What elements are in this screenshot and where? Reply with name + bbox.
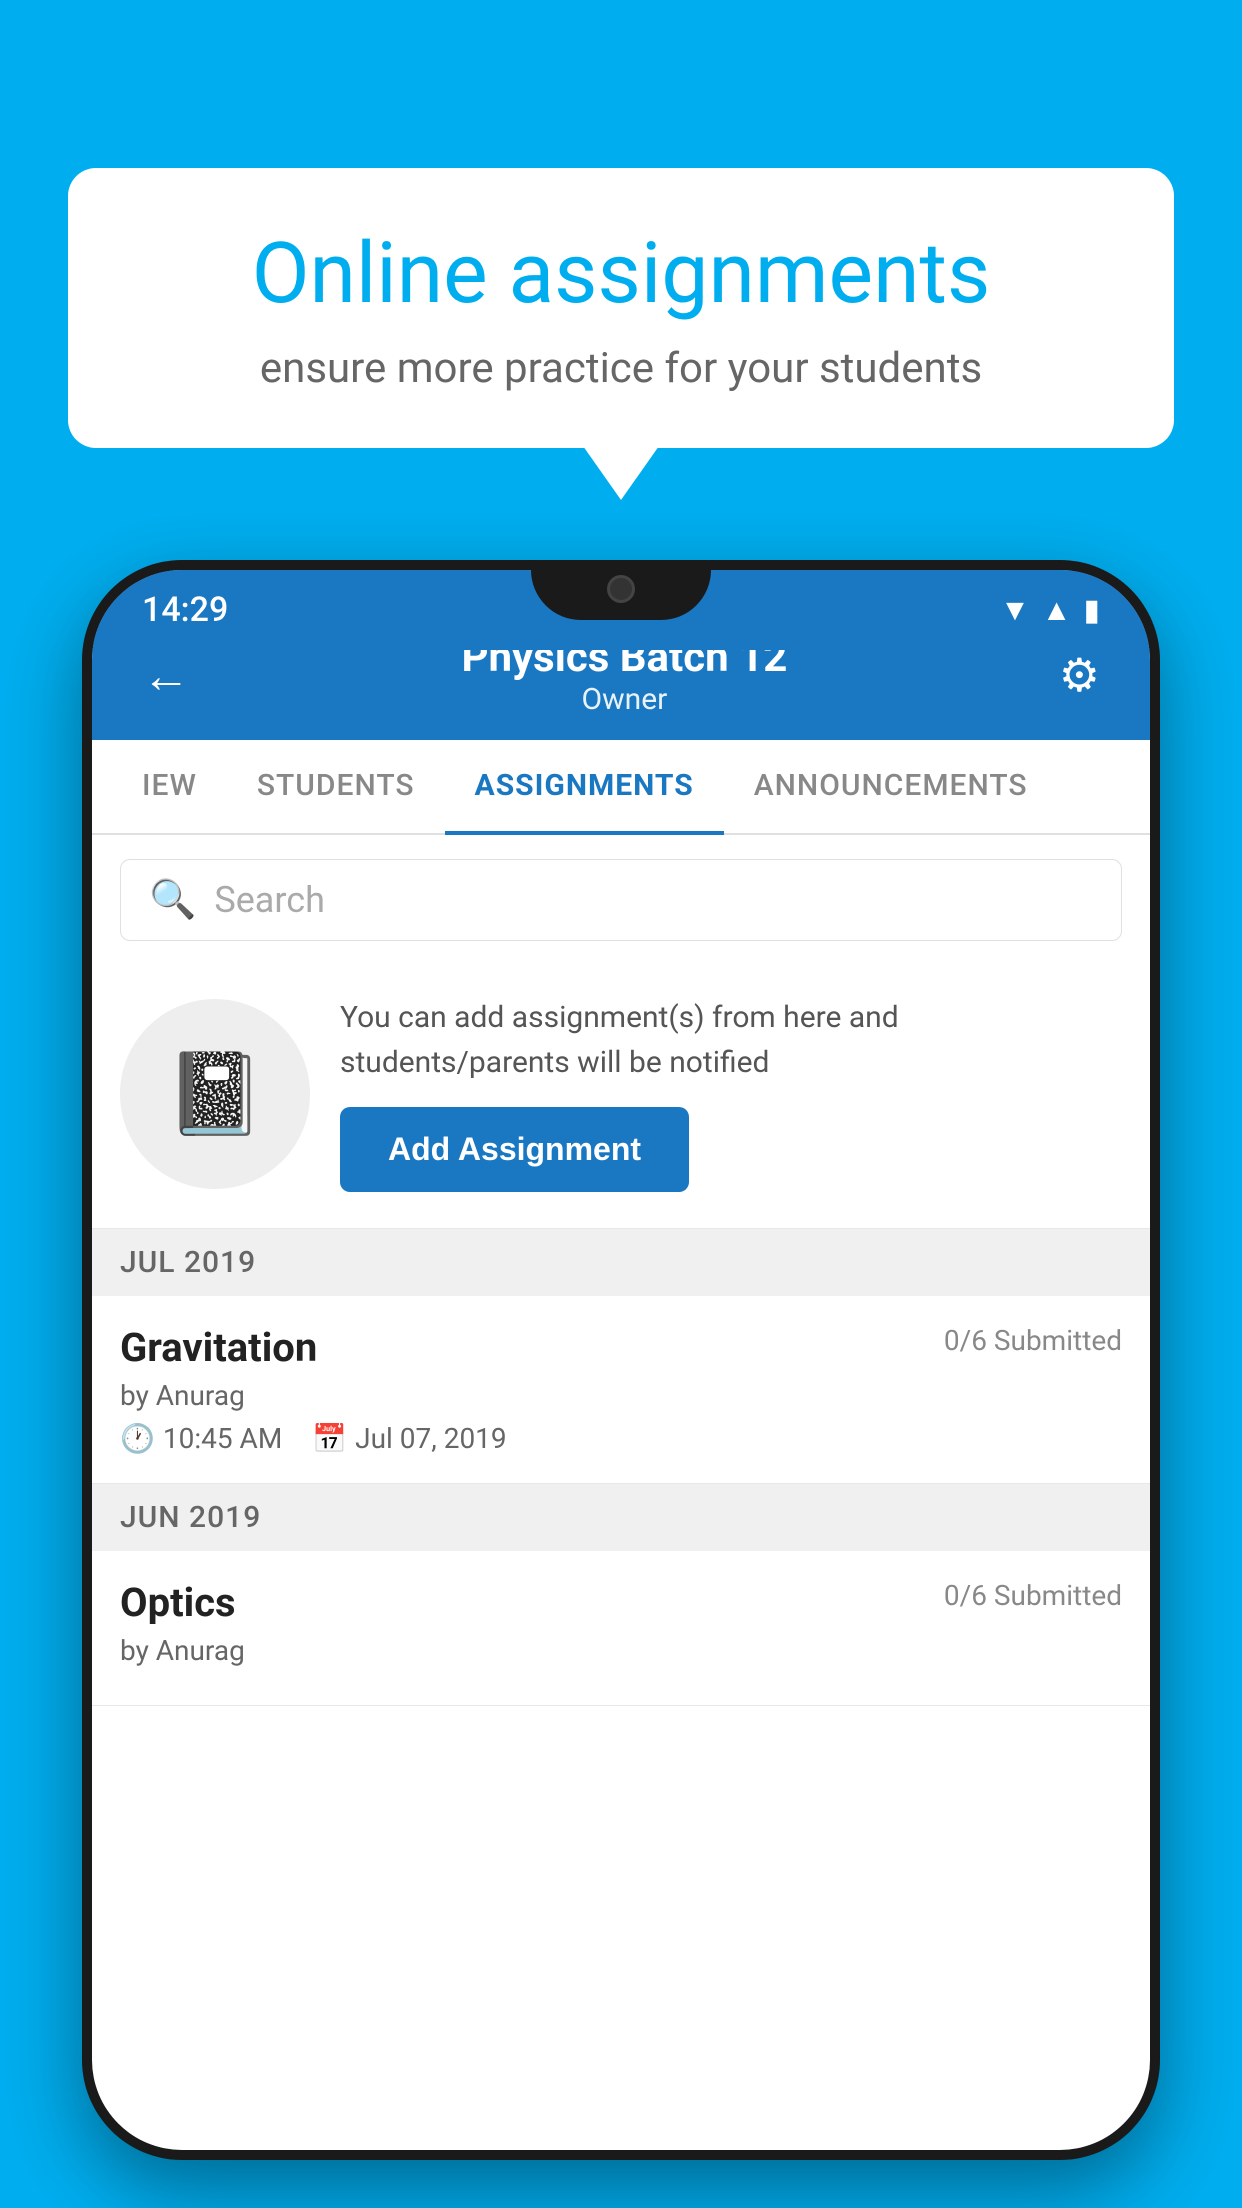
notebook-icon: 📓 bbox=[165, 1047, 265, 1141]
promo-text: You can add assignment(s) from here and … bbox=[340, 995, 1122, 1085]
assignment-time: 10:45 AM bbox=[163, 1422, 282, 1455]
phone-frame: 14:29 ▼ ▲ ▮ ← Physics Batch 12 Owner ⚙ I… bbox=[82, 560, 1160, 2160]
assignment-date: Jul 07, 2019 bbox=[355, 1422, 507, 1455]
header-subtitle: Owner bbox=[190, 682, 1059, 717]
assignment-item-gravitation[interactable]: Gravitation 0/6 Submitted by Anurag 🕐 10… bbox=[92, 1296, 1150, 1484]
tabs-bar: IEW STUDENTS ASSIGNMENTS ANNOUNCEMENTS bbox=[92, 740, 1150, 835]
assignment-by-optics: by Anurag bbox=[120, 1634, 1122, 1667]
meta-date: 📅 Jul 07, 2019 bbox=[312, 1422, 506, 1455]
assignment-by: by Anurag bbox=[120, 1379, 1122, 1412]
assignment-submitted: 0/6 Submitted bbox=[944, 1324, 1122, 1357]
assignment-name-optics: Optics bbox=[120, 1579, 236, 1626]
status-icons: ▼ ▲ ▮ bbox=[1000, 593, 1100, 628]
tab-students[interactable]: STUDENTS bbox=[227, 740, 445, 835]
section-header-jun2019: JUN 2019 bbox=[92, 1484, 1150, 1551]
search-bar[interactable]: 🔍 Search bbox=[120, 859, 1122, 941]
section-header-jul2019: JUL 2019 bbox=[92, 1229, 1150, 1296]
tab-assignments[interactable]: ASSIGNMENTS bbox=[445, 740, 724, 835]
speech-bubble-title: Online assignments bbox=[138, 228, 1104, 320]
signal-icon: ▲ bbox=[1042, 593, 1072, 628]
wifi-icon: ▼ bbox=[1000, 593, 1030, 628]
search-icon: 🔍 bbox=[149, 878, 196, 922]
tab-announcements[interactable]: ANNOUNCEMENTS bbox=[724, 740, 1058, 835]
promo-icon-circle: 📓 bbox=[120, 999, 310, 1189]
assignment-meta: 🕐 10:45 AM 📅 Jul 07, 2019 bbox=[120, 1422, 1122, 1455]
speech-bubble-subtitle: ensure more practice for your students bbox=[138, 344, 1104, 393]
speech-bubble-card: Online assignments ensure more practice … bbox=[68, 168, 1174, 448]
status-time: 14:29 bbox=[142, 590, 228, 630]
calendar-icon: 📅 bbox=[312, 1422, 347, 1455]
add-assignment-promo: 📓 You can add assignment(s) from here an… bbox=[92, 965, 1150, 1229]
battery-icon: ▮ bbox=[1083, 593, 1100, 628]
search-input[interactable]: Search bbox=[214, 879, 325, 921]
assignment-submitted-optics: 0/6 Submitted bbox=[944, 1579, 1122, 1612]
meta-time: 🕐 10:45 AM bbox=[120, 1422, 282, 1455]
back-button[interactable]: ← bbox=[142, 647, 190, 704]
add-assignment-button[interactable]: Add Assignment bbox=[340, 1107, 689, 1192]
assignment-top: Gravitation 0/6 Submitted bbox=[120, 1324, 1122, 1371]
assignment-top-optics: Optics 0/6 Submitted bbox=[120, 1579, 1122, 1626]
clock-icon: 🕐 bbox=[120, 1422, 155, 1455]
phone-screen: 14:29 ▼ ▲ ▮ ← Physics Batch 12 Owner ⚙ I… bbox=[92, 570, 1150, 2150]
phone-notch bbox=[531, 560, 711, 620]
assignment-item-optics[interactable]: Optics 0/6 Submitted by Anurag bbox=[92, 1551, 1150, 1706]
front-camera bbox=[607, 575, 635, 603]
tab-iew[interactable]: IEW bbox=[112, 740, 227, 835]
settings-icon[interactable]: ⚙ bbox=[1059, 648, 1100, 703]
search-container: 🔍 Search bbox=[92, 835, 1150, 965]
assignment-name: Gravitation bbox=[120, 1324, 317, 1371]
promo-right: You can add assignment(s) from here and … bbox=[340, 995, 1122, 1192]
phone-container: 14:29 ▼ ▲ ▮ ← Physics Batch 12 Owner ⚙ I… bbox=[82, 560, 1160, 2208]
